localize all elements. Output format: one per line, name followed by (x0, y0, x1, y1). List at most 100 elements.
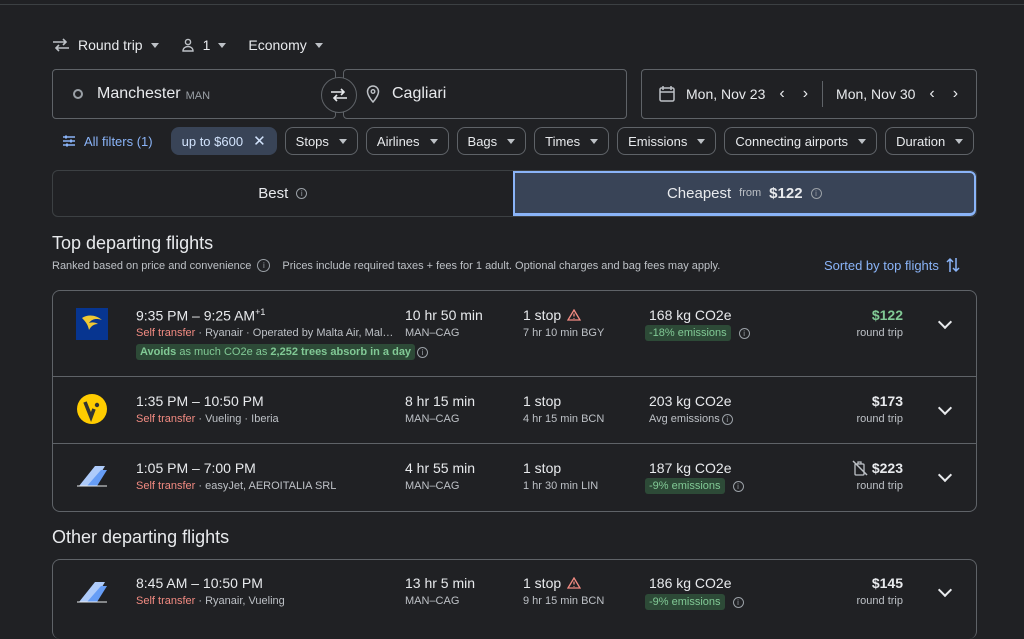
return-next-icon[interactable]: › (953, 85, 958, 103)
avoid-mid: as much CO2e as (176, 346, 271, 358)
emissions-filter[interactable]: Emissions (617, 127, 717, 155)
airline-info: Self transfer · Ryanair · Operated by Ma… (136, 327, 394, 339)
return-prev-icon[interactable]: ‹ (929, 85, 934, 103)
info-icon[interactable]: i (296, 188, 308, 199)
round-trip-label: round trip (856, 327, 903, 339)
top-flights-heading: Top departing flights (52, 233, 214, 253)
chevron-down-icon (338, 138, 347, 144)
self-transfer-label: Self transfer (136, 413, 196, 425)
price-filter-chip[interactable]: up to $600 ✕ (170, 127, 277, 155)
filter-sliders-icon (63, 135, 75, 147)
info-icon[interactable]: i (417, 347, 428, 358)
round-trip-label: round trip (856, 480, 903, 492)
destination-field[interactable]: Cagliari (343, 69, 627, 119)
close-icon[interactable]: ✕ (253, 132, 266, 150)
stops-count: 1 stop (523, 393, 561, 409)
flight-duration: 10 hr 50 min (405, 307, 483, 323)
origin-field[interactable]: Manchester MAN (52, 69, 336, 119)
chevron-down-icon (955, 138, 964, 144)
info-icon[interactable]: i (721, 413, 733, 425)
multi-airline-logo-icon (75, 459, 109, 493)
chevron-down-icon (218, 42, 227, 48)
filter-bar: All filters (1) up to $600 ✕ Stops Airli… (52, 127, 977, 155)
info-icon[interactable]: i (732, 596, 744, 608)
price-filter-label: up to $600 (181, 133, 244, 149)
flight-times: 8:45 AM – 10:50 PM (136, 575, 263, 591)
calendar-icon (659, 86, 675, 102)
depart-date[interactable]: Mon, Nov 23 (686, 86, 765, 102)
emissions-text: Avg emissions (649, 413, 720, 425)
trip-type-label: Round trip (78, 37, 143, 53)
swap-arrows-icon (53, 38, 69, 52)
flight-row[interactable]: 1:35 PM – 10:50 PM Self transfer · Vueli… (53, 377, 976, 444)
chevron-down-icon (507, 138, 516, 144)
tab-cheapest-from: from (739, 187, 762, 199)
swap-locations-button[interactable] (321, 77, 357, 113)
return-date[interactable]: Mon, Nov 30 (836, 86, 915, 102)
cabin-class-select[interactable]: Economy (248, 37, 323, 53)
duration-filter[interactable]: Duration (885, 127, 975, 155)
all-filters-button[interactable]: All filters (1) (52, 127, 163, 155)
flight-route: MAN–CAG (405, 480, 460, 492)
airline-names: easyJet, AEROITALIA SRL (205, 480, 337, 492)
flight-row[interactable]: 1:05 PM – 7:00 PM Self transfer · easyJe… (53, 444, 976, 511)
emissions-badge: -18% emissions (645, 325, 731, 341)
dates-field: Mon, Nov 23 ‹ › Mon, Nov 30 ‹ › (641, 69, 977, 119)
all-filters-label: All filters (1) (84, 133, 153, 149)
destination-city: Cagliari (392, 85, 447, 102)
flight-row[interactable]: 9:35 PM – 9:25 AM+1 Self transfer · Ryan… (53, 291, 976, 377)
layover-info: 7 hr 10 min BGY (523, 327, 605, 339)
airline-info: Self transfer · Vueling · Iberia (136, 413, 279, 425)
tab-cheapest-label: Cheapest (666, 184, 732, 202)
info-icon[interactable]: i (810, 187, 822, 199)
info-icon[interactable]: i (738, 327, 750, 339)
stops-filter[interactable]: Stops (284, 127, 358, 155)
airline-info: Self transfer · easyJet, AEROITALIA SRL (136, 480, 337, 492)
connecting-airports-filter[interactable]: Connecting airports (724, 127, 878, 155)
expand-chevron-icon[interactable] (937, 400, 953, 416)
sort-button[interactable]: Sorted by top flights (824, 256, 961, 274)
filter-label: Stops (295, 133, 329, 149)
chevron-down-icon (697, 138, 706, 144)
layover-info: 9 hr 15 min BCN (523, 595, 605, 607)
depart-next-icon[interactable]: › (803, 85, 808, 103)
sort-tabs: Best i Cheapest from $122 i (52, 170, 977, 217)
passengers-select[interactable]: 1 (181, 37, 227, 53)
tab-cheapest-price: $122 (769, 184, 803, 202)
flight-route: MAN–CAG (405, 595, 460, 607)
flight-times: 1:05 PM – 7:00 PM (136, 460, 256, 476)
filter-label: Duration (896, 133, 946, 149)
expand-chevron-icon[interactable] (937, 314, 953, 330)
emissions-info: Avg emissions i (645, 411, 733, 427)
emissions-badge: -9% emissions (645, 594, 725, 610)
info-icon[interactable]: i (732, 480, 744, 492)
price-text: $223 (871, 460, 903, 476)
expand-chevron-icon[interactable] (937, 582, 953, 598)
bags-filter[interactable]: Bags (456, 127, 527, 155)
flight-row[interactable]: 8:45 AM – 10:50 PM Self transfer · Ryana… (53, 560, 976, 626)
info-icon[interactable]: i (257, 259, 271, 272)
flight-price: $122 (871, 307, 903, 323)
avoid-trees: 2,252 trees absorb in a day (270, 346, 412, 358)
passenger-count: 1 (202, 37, 211, 53)
expand-chevron-icon[interactable] (937, 467, 953, 483)
stops-text: 1 stop (523, 575, 562, 591)
stops-count: 1 stop (523, 575, 582, 591)
times-filter[interactable]: Times (534, 127, 610, 155)
co2-amount: 203 kg CO2e (649, 393, 732, 409)
depart-prev-icon[interactable]: ‹ (779, 85, 784, 103)
tab-cheapest[interactable]: Cheapest from $122 i (512, 171, 976, 216)
airline-names: Vueling · Iberia (205, 413, 279, 425)
warning-icon (567, 309, 582, 321)
no-bag-icon (852, 460, 868, 476)
trip-type-select[interactable]: Round trip (52, 37, 159, 53)
chevron-down-icon (429, 138, 438, 144)
layover-info: 4 hr 15 min BCN (523, 413, 605, 425)
top-flights-list: 9:35 PM – 9:25 AM+1 Self transfer · Ryan… (52, 290, 977, 512)
flight-times: 1:35 PM – 10:50 PM (136, 393, 264, 409)
airlines-filter[interactable]: Airlines (365, 127, 449, 155)
flight-duration: 4 hr 55 min (405, 460, 476, 476)
flight-duration: 8 hr 15 min (405, 393, 476, 409)
tab-best-label: Best (258, 185, 289, 202)
tab-best[interactable]: Best i (53, 171, 513, 216)
